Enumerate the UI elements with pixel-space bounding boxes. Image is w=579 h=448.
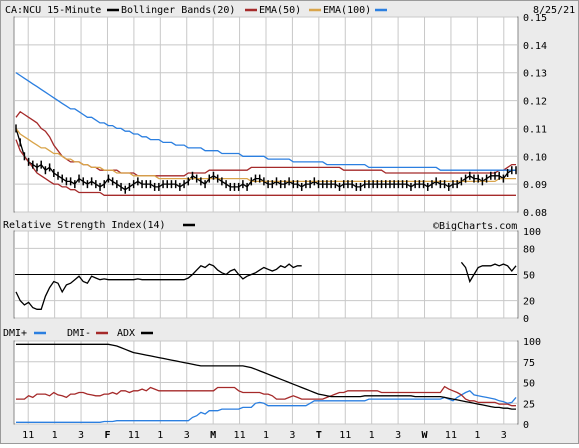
x-tick-8: 11: [234, 430, 246, 441]
chart-canvas: CA:NCU 15-Minute Bollinger Bands(20) EMA…: [3, 5, 575, 441]
price-panel: 0.15 0.14 0.13 0.12 0.11 0.10 0.09 0.08: [13, 13, 547, 219]
x-tick-0: 11: [22, 430, 34, 441]
dmi-ytick-3: 25: [523, 399, 535, 410]
dmi-panel: DMI+ DMI- ADX 100 75 50 25 0: [3, 328, 541, 431]
x-tick-13: 1: [369, 430, 375, 441]
chart-frame: CA:NCU 15-Minute Bollinger Bands(20) EMA…: [0, 0, 579, 444]
x-tick-16: 11: [445, 430, 457, 441]
rsi-panel: Relative Strength Index(14) ©BigCharts.c…: [3, 220, 541, 325]
dmi-legend-label-minus: DMI-: [67, 328, 91, 339]
x-tick-15: W: [422, 430, 429, 441]
watermark: ©BigCharts.com: [433, 221, 517, 232]
rsi-ytick-0: 100: [523, 227, 541, 238]
price-ytick-0: 0.15: [523, 13, 547, 24]
dmi-ytick-0: 100: [523, 337, 541, 348]
rsi-ytick-2: 50: [523, 271, 535, 282]
x-tick-1: 1: [52, 430, 58, 441]
price-ytick-1: 0.14: [523, 41, 547, 52]
x-tick-12: 11: [339, 430, 351, 441]
legend-label-bollinger: Bollinger Bands(20): [121, 5, 235, 16]
dmi-y-axis: 100 75 50 25 0: [523, 337, 541, 431]
x-tick-4: 11: [128, 430, 140, 441]
price-ytick-6: 0.09: [523, 180, 547, 191]
rsi-ytick-4: 0: [523, 314, 529, 325]
price-ytick-4: 0.11: [523, 124, 547, 135]
header: CA:NCU 15-Minute Bollinger Bands(20) EMA…: [5, 5, 575, 16]
dmi-ytick-2: 50: [523, 379, 535, 390]
price-ytick-5: 0.10: [523, 152, 547, 163]
rsi-title: Relative Strength Index(14): [3, 220, 166, 231]
dmi-ytick-4: 0: [523, 420, 529, 431]
price-ytick-2: 0.13: [523, 69, 547, 80]
price-ytick-3: 0.12: [523, 97, 547, 108]
x-axis: 11 1 3 F 11 1 3 M 11 1 3 T 11 1 3 W 11 1 3: [22, 430, 507, 441]
dmi-legend-label-plus: DMI+: [3, 328, 27, 339]
legend-label-ema100: EMA(100): [323, 5, 371, 16]
x-tick-10: 3: [289, 430, 295, 441]
legend-label-ema50: EMA(50): [259, 5, 301, 16]
x-tick-5: 1: [157, 430, 163, 441]
x-tick-11: T: [316, 430, 322, 441]
price-y-axis: 0.15 0.14 0.13 0.12 0.11 0.10 0.09 0.08: [523, 13, 547, 219]
x-tick-3: F: [104, 430, 110, 441]
symbol-title: CA:NCU 15-Minute: [5, 5, 101, 16]
dmi-legend-label-adx: ADX: [117, 328, 135, 339]
price-ytick-7: 0.08: [523, 208, 547, 219]
rsi-y-axis: 100 80 50 20 0: [523, 227, 541, 325]
x-tick-18: 3: [501, 430, 507, 441]
x-tick-2: 3: [78, 430, 84, 441]
rsi-ytick-1: 80: [523, 244, 535, 255]
x-tick-17: 1: [474, 430, 480, 441]
rsi-ytick-3: 20: [523, 297, 535, 308]
dmi-ytick-1: 75: [523, 358, 535, 369]
x-tick-9: 1: [263, 430, 269, 441]
x-tick-7: M: [210, 430, 216, 441]
x-tick-6: 3: [184, 430, 190, 441]
x-tick-14: 3: [395, 430, 401, 441]
